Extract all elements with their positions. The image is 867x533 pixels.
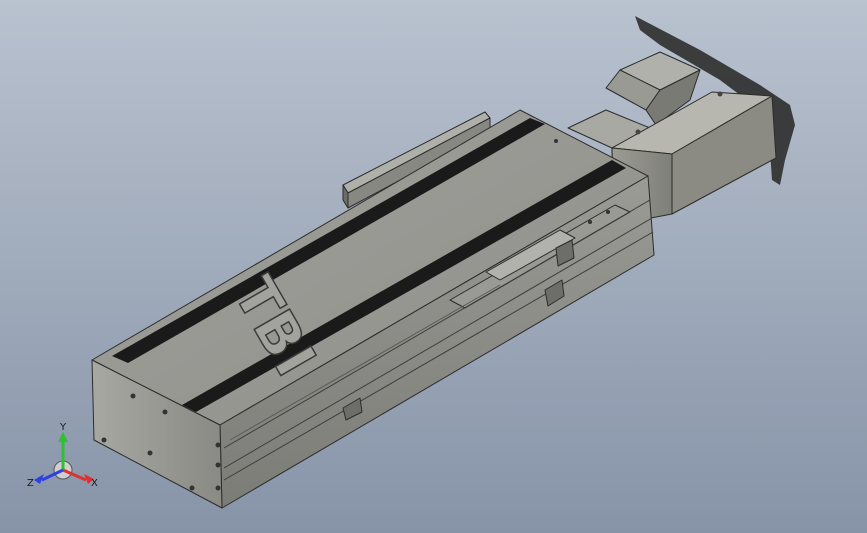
triad-y-label: Y bbox=[59, 422, 67, 433]
top-hole bbox=[588, 220, 592, 224]
motor-screw bbox=[717, 91, 723, 97]
endcap-hole bbox=[147, 450, 153, 456]
triad-x-label: X bbox=[91, 478, 98, 489]
triad-z-label: Z bbox=[27, 478, 34, 489]
endcap-hole bbox=[215, 485, 221, 491]
model-canvas[interactable]: TBI Y X Z bbox=[0, 0, 867, 533]
top-hole bbox=[554, 139, 558, 143]
top-hole bbox=[606, 210, 610, 214]
endcap-hole bbox=[101, 437, 107, 443]
graphics-viewport[interactable]: TBI Y X Z bbox=[0, 0, 867, 533]
endcap-hole bbox=[215, 462, 221, 468]
motor-screw bbox=[635, 129, 641, 135]
endcap-hole bbox=[215, 442, 221, 448]
endcap-hole bbox=[162, 409, 168, 415]
endcap-hole bbox=[130, 393, 136, 399]
endcap-hole bbox=[189, 485, 195, 491]
